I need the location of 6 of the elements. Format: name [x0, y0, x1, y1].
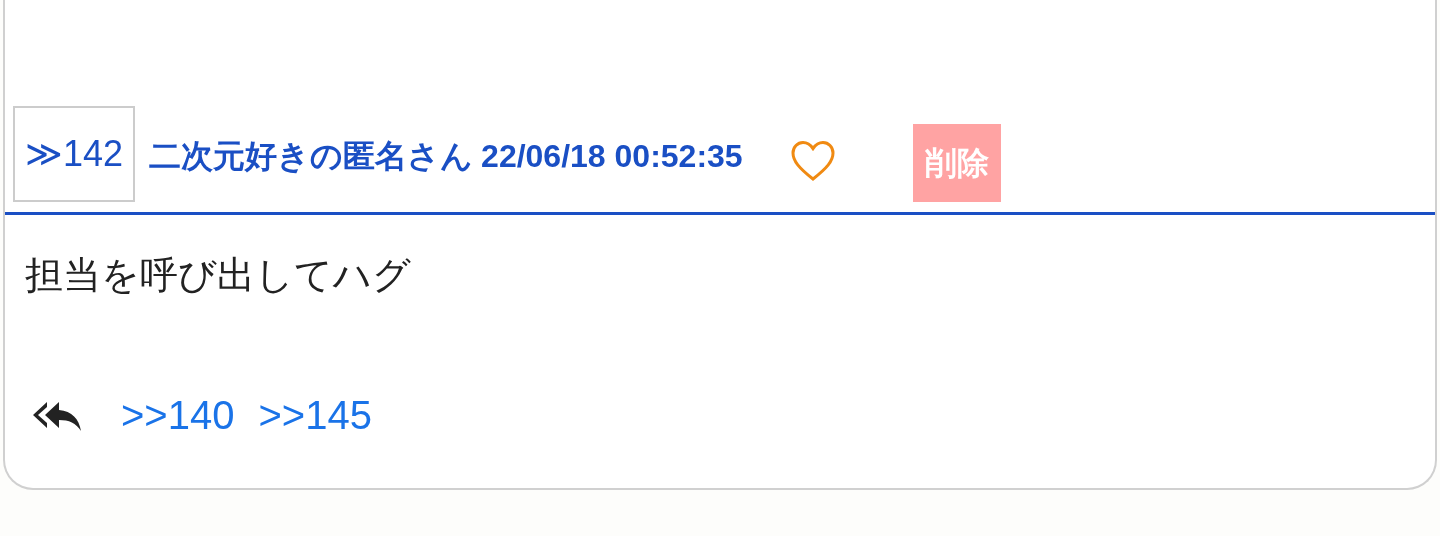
post-number-link[interactable]: ≫142 — [13, 106, 136, 202]
post-timestamp: 22/06/18 00:52:35 — [481, 137, 743, 176]
reply-link[interactable]: >>145 — [258, 385, 372, 445]
reply-link[interactable]: >>140 — [121, 385, 235, 445]
post-author: 二次元好きの匿名さん — [149, 137, 474, 176]
post-body: 担当を呼び出してハグ — [24, 253, 412, 298]
